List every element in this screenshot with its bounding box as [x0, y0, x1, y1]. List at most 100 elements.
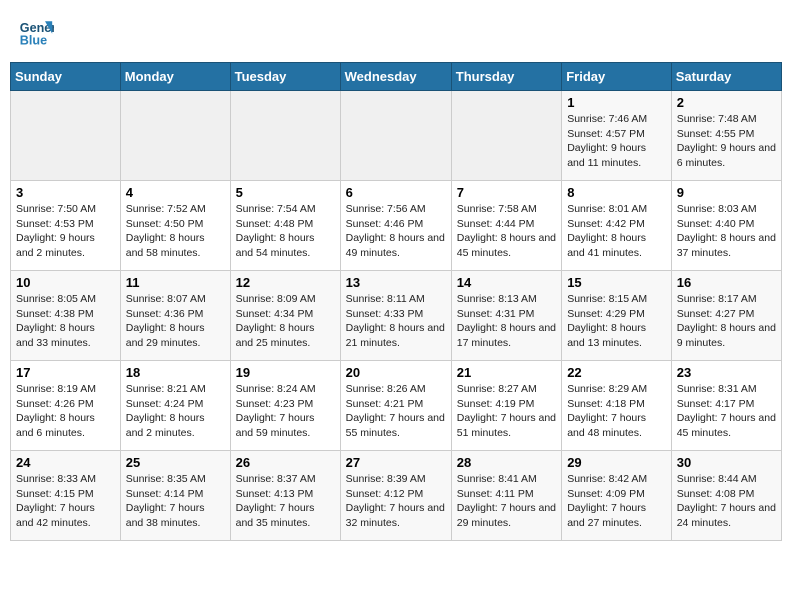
- calendar-week-row: 10 Sunrise: 8:05 AM Sunset: 4:38 PM Dayli…: [11, 271, 782, 361]
- weekday-header-thursday: Thursday: [451, 63, 561, 91]
- calendar-table: SundayMondayTuesdayWednesdayThursdayFrid…: [10, 62, 782, 541]
- day-number: 19: [236, 365, 335, 380]
- weekday-header-friday: Friday: [562, 63, 672, 91]
- day-info: Sunrise: 8:27 AM Sunset: 4:19 PM Dayligh…: [457, 382, 556, 441]
- day-number: 10: [16, 275, 115, 290]
- day-number: 16: [677, 275, 776, 290]
- calendar-cell: 7 Sunrise: 7:58 AM Sunset: 4:44 PM Daylig…: [451, 181, 561, 271]
- calendar-cell: 3 Sunrise: 7:50 AM Sunset: 4:53 PM Daylig…: [11, 181, 121, 271]
- day-info: Sunrise: 7:48 AM Sunset: 4:55 PM Dayligh…: [677, 112, 776, 171]
- calendar-cell: 15 Sunrise: 8:15 AM Sunset: 4:29 PM Dayli…: [562, 271, 672, 361]
- day-number: 29: [567, 455, 666, 470]
- calendar-cell: 2 Sunrise: 7:48 AM Sunset: 4:55 PM Daylig…: [671, 91, 781, 181]
- day-number: 9: [677, 185, 776, 200]
- calendar-cell: 13 Sunrise: 8:11 AM Sunset: 4:33 PM Dayli…: [340, 271, 451, 361]
- calendar-cell: 24 Sunrise: 8:33 AM Sunset: 4:15 PM Dayli…: [11, 451, 121, 541]
- day-info: Sunrise: 8:07 AM Sunset: 4:36 PM Dayligh…: [126, 292, 225, 351]
- calendar-cell: 11 Sunrise: 8:07 AM Sunset: 4:36 PM Dayli…: [120, 271, 230, 361]
- day-info: Sunrise: 8:31 AM Sunset: 4:17 PM Dayligh…: [677, 382, 776, 441]
- calendar-week-row: 24 Sunrise: 8:33 AM Sunset: 4:15 PM Dayli…: [11, 451, 782, 541]
- day-number: 2: [677, 95, 776, 110]
- day-info: Sunrise: 8:39 AM Sunset: 4:12 PM Dayligh…: [346, 472, 446, 531]
- day-number: 24: [16, 455, 115, 470]
- weekday-header-saturday: Saturday: [671, 63, 781, 91]
- day-info: Sunrise: 8:44 AM Sunset: 4:08 PM Dayligh…: [677, 472, 776, 531]
- calendar-cell: 6 Sunrise: 7:56 AM Sunset: 4:46 PM Daylig…: [340, 181, 451, 271]
- day-info: Sunrise: 7:46 AM Sunset: 4:57 PM Dayligh…: [567, 112, 666, 171]
- day-info: Sunrise: 7:54 AM Sunset: 4:48 PM Dayligh…: [236, 202, 335, 261]
- day-number: 1: [567, 95, 666, 110]
- day-info: Sunrise: 8:37 AM Sunset: 4:13 PM Dayligh…: [236, 472, 335, 531]
- day-info: Sunrise: 8:21 AM Sunset: 4:24 PM Dayligh…: [126, 382, 225, 441]
- day-info: Sunrise: 8:29 AM Sunset: 4:18 PM Dayligh…: [567, 382, 666, 441]
- page-header: General Blue: [10, 10, 782, 54]
- calendar-cell: 16 Sunrise: 8:17 AM Sunset: 4:27 PM Dayli…: [671, 271, 781, 361]
- calendar-cell: [340, 91, 451, 181]
- day-info: Sunrise: 8:42 AM Sunset: 4:09 PM Dayligh…: [567, 472, 666, 531]
- calendar-cell: 28Sunrise: 8:41 AM Sunset: 4:11 PM Dayli…: [451, 451, 561, 541]
- calendar-cell: 1 Sunrise: 7:46 AM Sunset: 4:57 PM Daylig…: [562, 91, 672, 181]
- calendar-cell: 21 Sunrise: 8:27 AM Sunset: 4:19 PM Dayli…: [451, 361, 561, 451]
- calendar-cell: 22 Sunrise: 8:29 AM Sunset: 4:18 PM Dayli…: [562, 361, 672, 451]
- day-number: 5: [236, 185, 335, 200]
- day-number: 20: [346, 365, 446, 380]
- day-number: 22: [567, 365, 666, 380]
- calendar-cell: 10 Sunrise: 8:05 AM Sunset: 4:38 PM Dayli…: [11, 271, 121, 361]
- logo-icon: General Blue: [18, 14, 54, 50]
- day-info: Sunrise: 7:52 AM Sunset: 4:50 PM Dayligh…: [126, 202, 225, 261]
- day-info: Sunrise: 7:58 AM Sunset: 4:44 PM Dayligh…: [457, 202, 556, 261]
- calendar-cell: 5 Sunrise: 7:54 AM Sunset: 4:48 PM Daylig…: [230, 181, 340, 271]
- svg-text:Blue: Blue: [20, 34, 47, 48]
- day-info: Sunrise: 8:33 AM Sunset: 4:15 PM Dayligh…: [16, 472, 115, 531]
- calendar-cell: 17 Sunrise: 8:19 AM Sunset: 4:26 PM Dayli…: [11, 361, 121, 451]
- day-number: 11: [126, 275, 225, 290]
- calendar-cell: 18Sunrise: 8:21 AM Sunset: 4:24 PM Dayli…: [120, 361, 230, 451]
- day-number: 23: [677, 365, 776, 380]
- day-number: 28: [457, 455, 556, 470]
- calendar-week-row: 3 Sunrise: 7:50 AM Sunset: 4:53 PM Daylig…: [11, 181, 782, 271]
- calendar-cell: 29 Sunrise: 8:42 AM Sunset: 4:09 PM Dayli…: [562, 451, 672, 541]
- day-number: 17: [16, 365, 115, 380]
- calendar-cell: 4 Sunrise: 7:52 AM Sunset: 4:50 PM Daylig…: [120, 181, 230, 271]
- day-info: Sunrise: 8:13 AM Sunset: 4:31 PM Dayligh…: [457, 292, 556, 351]
- day-info: Sunrise: 7:50 AM Sunset: 4:53 PM Dayligh…: [16, 202, 115, 261]
- day-info: Sunrise: 8:05 AM Sunset: 4:38 PM Dayligh…: [16, 292, 115, 351]
- logo: General Blue: [18, 14, 58, 50]
- calendar-cell: 25 Sunrise: 8:35 AM Sunset: 4:14 PM Dayli…: [120, 451, 230, 541]
- calendar-header-row: SundayMondayTuesdayWednesdayThursdayFrid…: [11, 63, 782, 91]
- calendar-week-row: 17 Sunrise: 8:19 AM Sunset: 4:26 PM Dayli…: [11, 361, 782, 451]
- day-number: 4: [126, 185, 225, 200]
- calendar-cell: 23 Sunrise: 8:31 AM Sunset: 4:17 PM Dayli…: [671, 361, 781, 451]
- calendar-cell: 20 Sunrise: 8:26 AM Sunset: 4:21 PM Dayli…: [340, 361, 451, 451]
- day-number: 27: [346, 455, 446, 470]
- calendar-week-row: 1 Sunrise: 7:46 AM Sunset: 4:57 PM Daylig…: [11, 91, 782, 181]
- calendar-cell: 8Sunrise: 8:01 AM Sunset: 4:42 PM Daylig…: [562, 181, 672, 271]
- day-number: 6: [346, 185, 446, 200]
- weekday-header-wednesday: Wednesday: [340, 63, 451, 91]
- day-info: Sunrise: 8:03 AM Sunset: 4:40 PM Dayligh…: [677, 202, 776, 261]
- calendar-cell: [120, 91, 230, 181]
- day-info: Sunrise: 8:17 AM Sunset: 4:27 PM Dayligh…: [677, 292, 776, 351]
- day-info: Sunrise: 7:56 AM Sunset: 4:46 PM Dayligh…: [346, 202, 446, 261]
- calendar-cell: 19 Sunrise: 8:24 AM Sunset: 4:23 PM Dayli…: [230, 361, 340, 451]
- day-info: Sunrise: 8:09 AM Sunset: 4:34 PM Dayligh…: [236, 292, 335, 351]
- calendar-cell: 14Sunrise: 8:13 AM Sunset: 4:31 PM Dayli…: [451, 271, 561, 361]
- day-info: Sunrise: 8:24 AM Sunset: 4:23 PM Dayligh…: [236, 382, 335, 441]
- weekday-header-tuesday: Tuesday: [230, 63, 340, 91]
- day-number: 7: [457, 185, 556, 200]
- calendar-cell: 30 Sunrise: 8:44 AM Sunset: 4:08 PM Dayli…: [671, 451, 781, 541]
- day-info: Sunrise: 8:11 AM Sunset: 4:33 PM Dayligh…: [346, 292, 446, 351]
- day-info: Sunrise: 8:35 AM Sunset: 4:14 PM Dayligh…: [126, 472, 225, 531]
- day-info: Sunrise: 8:26 AM Sunset: 4:21 PM Dayligh…: [346, 382, 446, 441]
- day-number: 13: [346, 275, 446, 290]
- day-info: Sunrise: 8:19 AM Sunset: 4:26 PM Dayligh…: [16, 382, 115, 441]
- day-number: 3: [16, 185, 115, 200]
- day-number: 25: [126, 455, 225, 470]
- calendar-cell: 26Sunrise: 8:37 AM Sunset: 4:13 PM Dayli…: [230, 451, 340, 541]
- day-number: 15: [567, 275, 666, 290]
- day-info: Sunrise: 8:15 AM Sunset: 4:29 PM Dayligh…: [567, 292, 666, 351]
- day-number: 21: [457, 365, 556, 380]
- day-info: Sunrise: 8:01 AM Sunset: 4:42 PM Dayligh…: [567, 202, 666, 261]
- weekday-header-sunday: Sunday: [11, 63, 121, 91]
- day-number: 30: [677, 455, 776, 470]
